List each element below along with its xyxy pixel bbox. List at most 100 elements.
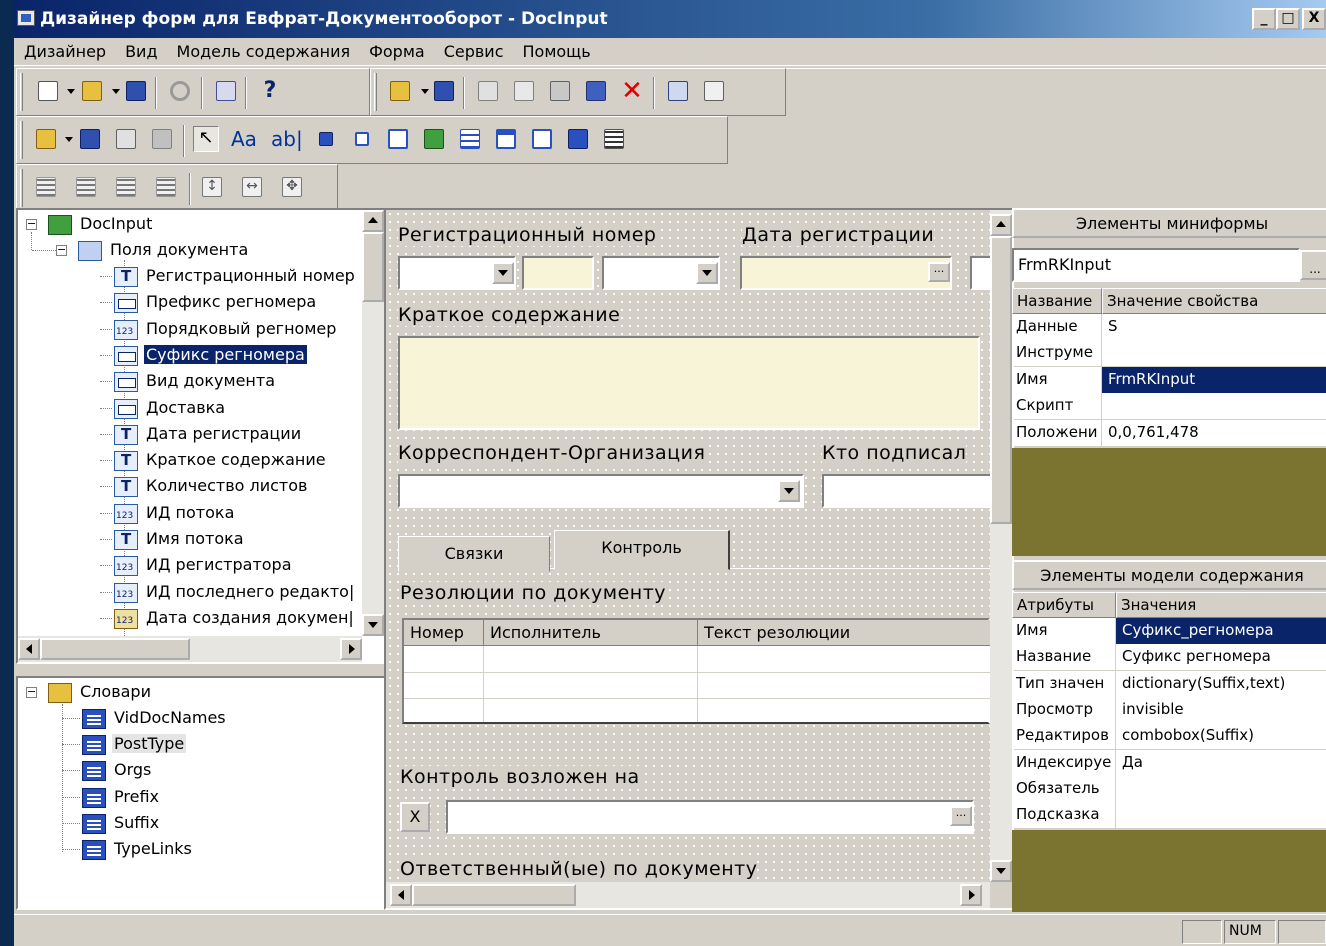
date-picker-button[interactable]: ... [928,262,950,282]
grid-tool-icon[interactable] [457,126,483,152]
attribute-value[interactable]: Суфикс регномера [1116,644,1326,671]
property-row[interactable]: Имя FrmRKInput [1012,366,1326,393]
col-name-header[interactable]: Название [1012,288,1102,314]
tree-item-field[interactable]: ИД регистратора [100,553,362,579]
property-row[interactable]: Положени 0,0,761,478 [1012,419,1326,446]
close-button[interactable]: X [1302,8,1326,30]
tree-item-field[interactable]: ИД потока [100,501,362,527]
list-tool-icon[interactable] [601,126,627,152]
checkbox-tool-icon[interactable] [349,126,375,152]
attribute-value[interactable]: combobox(Suffix) [1116,723,1326,750]
tree-item-field[interactable]: ИД последнего редакто| [100,580,362,606]
dropdown-button[interactable] [778,480,800,502]
report-icon[interactable] [701,78,727,104]
menu-service[interactable]: Сервис [434,38,513,61]
col-executor[interactable]: Исполнитель [484,620,698,646]
tree-item-dictionary[interactable]: VidDocNames [62,706,342,732]
tree-item-field[interactable]: Суфикс регномера [100,343,362,369]
tree-group-fields[interactable]: Поля документа [78,238,362,264]
attribute-value[interactable] [1116,775,1326,802]
col-attributes-header[interactable]: Атрибуты [1012,592,1116,618]
attribute-row[interactable]: Название Суфикс регномера [1012,644,1326,671]
scrollbar-thumb[interactable] [990,236,1012,524]
align-justify-icon[interactable] [153,174,179,200]
toolbar-grip[interactable] [20,169,23,207]
toolbar-grip[interactable] [20,121,23,159]
signed-by-field[interactable] [822,474,990,508]
tree-root-docinput[interactable]: DocInput [48,212,348,238]
new-icon[interactable] [35,78,61,104]
prefix-combobox[interactable] [398,256,516,290]
attribute-row[interactable]: Имя Суфикс_регномера [1012,618,1326,644]
title-bar[interactable]: Дизайнер форм для Евфрат-Документооборот… [14,0,1326,38]
property-row[interactable]: Инструме [1012,340,1326,367]
preview-icon[interactable] [665,78,691,104]
miniform-title[interactable]: Элементы миниформы [1012,208,1326,238]
form-export-icon[interactable] [583,78,609,104]
form-window-icon[interactable] [547,78,573,104]
tree-item-dictionary[interactable]: TypeLinks [62,837,342,863]
tree-item-field[interactable]: Регистрационный номер [100,264,362,290]
ellipsis-button[interactable]: ... [950,806,972,826]
dropdown-button[interactable] [696,262,718,284]
tree-root-dictionaries[interactable]: Словари [48,680,348,706]
scroll-up-button[interactable] [990,214,1012,236]
property-row[interactable]: Скрипт [1012,393,1326,420]
tree-item-dictionary[interactable]: Prefix [62,785,342,811]
tree-item-dictionary[interactable]: Suffix [62,811,342,837]
tree-item-field[interactable]: Префикс регномера [100,290,362,316]
scroll-left-button[interactable] [18,638,40,660]
same-size-icon[interactable]: ✥ [279,174,305,200]
sequence-number-field[interactable] [522,256,594,290]
button-tool-icon[interactable] [313,126,339,152]
summary-textarea[interactable] [398,336,980,430]
open-folder-icon[interactable] [79,78,105,104]
delete-icon[interactable]: ✕ [619,76,645,106]
attribute-value[interactable]: Суфикс_регномера [1116,618,1326,644]
tree-tool-icon[interactable] [529,126,555,152]
property-value[interactable]: 0,0,761,478 [1102,419,1326,446]
property-value[interactable]: S [1102,314,1326,340]
attribute-row[interactable]: Обязатель [1012,775,1326,802]
minimize-button[interactable]: _ [1252,8,1276,30]
property-value[interactable] [1102,340,1326,367]
tree-item-field[interactable]: Порядковый регномер [100,317,362,343]
tree-item-field[interactable]: Доставка [100,396,362,422]
col-value-header[interactable]: Значение свойства [1102,288,1326,314]
property-value[interactable] [1102,393,1326,420]
save-miniform-icon[interactable] [77,126,103,152]
attribute-row[interactable]: Подсказка [1012,802,1326,829]
col-values-header[interactable]: Значения [1116,592,1326,618]
attribute-row[interactable]: Просмотр invisible [1012,696,1326,723]
scrollbar-thumb[interactable] [40,638,190,660]
scrollbar-thumb[interactable] [412,884,576,906]
scroll-right-button[interactable] [960,884,982,906]
suffix-combobox[interactable] [602,256,720,290]
tree-item-dictionary[interactable]: Orgs [62,758,342,784]
property-row[interactable]: Данные S [1012,314,1326,340]
same-width-icon[interactable]: ↔ [239,174,265,200]
collapse-toggle[interactable]: − [26,218,37,230]
miniform-props-icon[interactable] [113,126,139,152]
edit-tool-icon[interactable]: ab| [271,127,303,151]
collapse-toggle[interactable]: − [26,686,37,698]
menu-view[interactable]: Вид [115,38,166,61]
align-left-icon[interactable] [33,174,59,200]
attribute-value[interactable] [1116,802,1326,829]
tree-item-field[interactable]: Дата регистрации [100,422,362,448]
align-right-icon[interactable] [113,174,139,200]
scroll-right-button[interactable] [340,638,362,660]
reg-date-field[interactable]: ... [740,256,952,290]
tree-item-field[interactable]: Количество листов [100,474,362,500]
tree-item-field[interactable]: Вид документа [100,369,362,395]
align-center-icon[interactable] [73,174,99,200]
tab-links[interactable]: Связки [398,536,550,572]
clear-button[interactable]: X [400,802,430,832]
attribute-row[interactable]: Индексируе Да [1012,749,1326,776]
form-layout-icon[interactable] [475,78,501,104]
tree-item-dictionary[interactable]: PostType [62,732,342,758]
dropdown-button[interactable] [492,262,514,284]
date-tool-icon[interactable] [493,126,519,152]
col-number[interactable]: Номер [404,620,484,646]
toolbar-grip[interactable] [20,73,23,111]
